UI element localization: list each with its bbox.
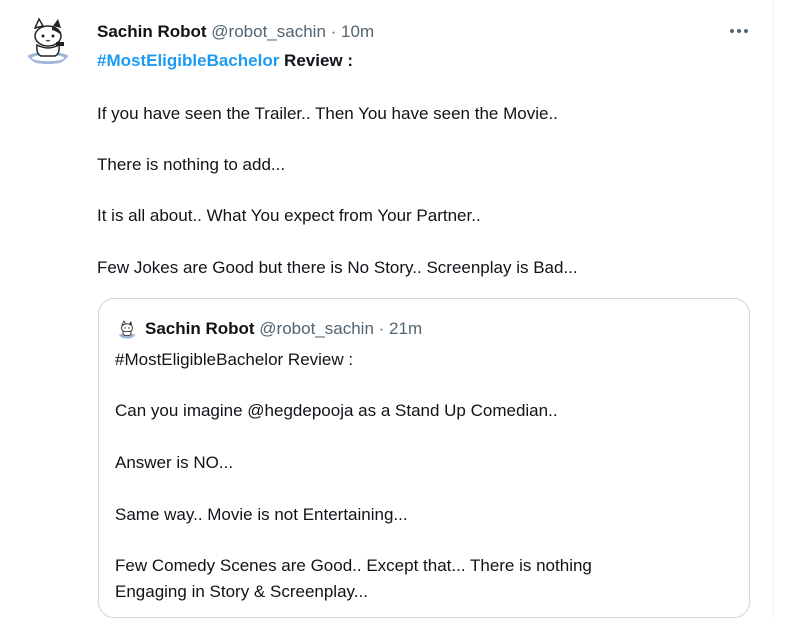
quote-paragraph: Engaging in Story & Screenplay... [115, 582, 368, 601]
quote-handle: @robot_sachin [259, 319, 374, 338]
quote-paragraph: Can you imagine @hegdepooja as a Stand U… [115, 401, 558, 420]
quote-line-1: #MostEligibleBachelor Review : [115, 350, 354, 369]
tweet-paragraph: Few Jokes are Good but there is No Story… [97, 258, 578, 277]
quoted-tweet[interactable]: Sachin Robot @robot_sachin · 21m #MostEl… [98, 298, 750, 618]
quote-author-name: Sachin Robot [145, 319, 255, 338]
tweet-line-1-rest: Review : [279, 51, 354, 70]
tweet-paragraph: It is all about.. What You expect from Y… [97, 206, 481, 225]
tweet-time[interactable]: 10m [341, 22, 374, 41]
more-horizontal-icon [729, 29, 750, 33]
separator: · [378, 319, 385, 338]
tweet-line-1: #MostEligibleBachelor Review : [97, 49, 353, 73]
tweet-header: Sachin Robot @robot_sachin · 10m [97, 21, 374, 43]
author-name[interactable]: Sachin Robot [97, 22, 207, 41]
quote-paragraph: Answer is NO... [115, 453, 234, 472]
more-button[interactable] [722, 16, 756, 46]
quote-header: Sachin Robot @robot_sachin · 21m [145, 318, 422, 340]
quote-paragraph: Few Comedy Scenes are Good.. Except that… [115, 556, 592, 575]
author-handle[interactable]: @robot_sachin [211, 22, 326, 41]
separator: · [330, 22, 337, 41]
quote-time: 21m [389, 319, 423, 338]
cat-avatar-icon [26, 17, 70, 64]
avatar[interactable] [22, 14, 74, 66]
tweet[interactable]: Sachin Robot @robot_sachin · 10m #MostEl… [0, 0, 773, 620]
tweet-paragraph: There is nothing to add... [97, 155, 286, 174]
timeline-border [773, 0, 774, 620]
quote-avatar [117, 319, 137, 339]
tweet-paragraph: If you have seen the Trailer.. Then You … [97, 104, 558, 123]
hashtag-link[interactable]: #MostEligibleBachelor [97, 51, 279, 70]
cat-avatar-icon [118, 320, 136, 339]
quote-paragraph: Same way.. Movie is not Entertaining... [115, 505, 408, 524]
